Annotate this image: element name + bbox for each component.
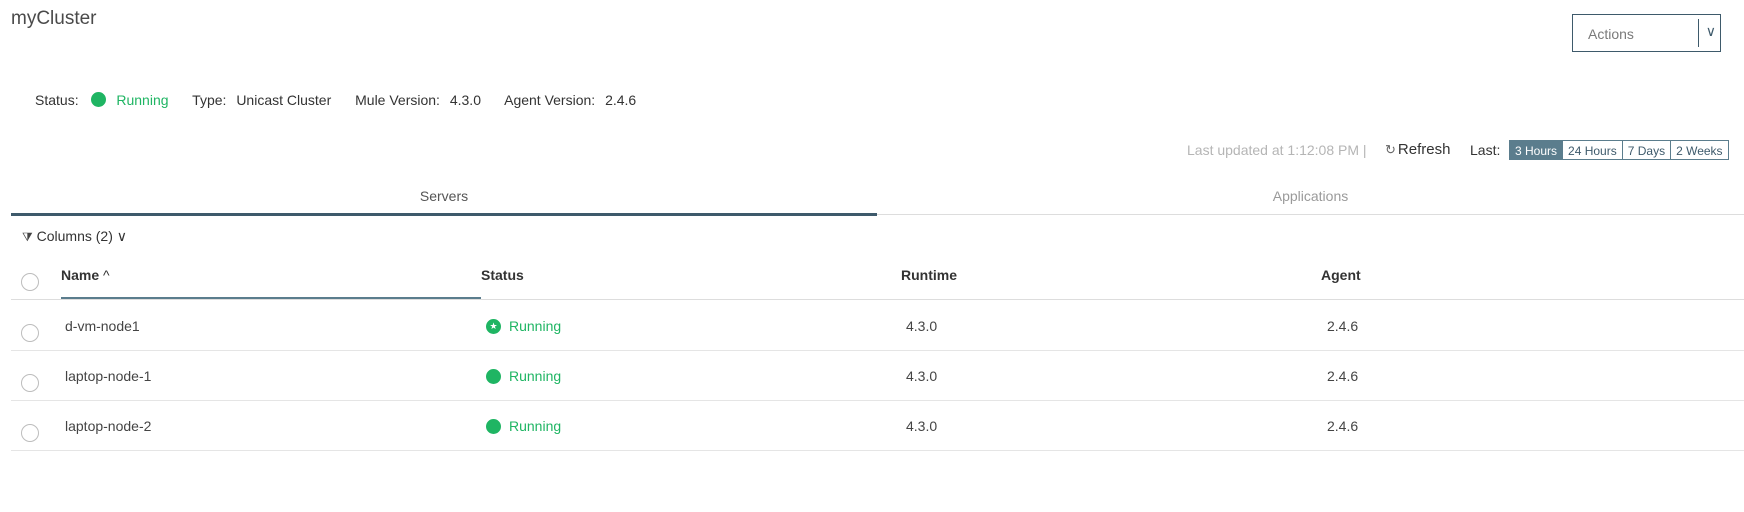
cluster-info-bar: Status: Running Type: Unicast Cluster Mu… — [35, 92, 656, 108]
server-status: Running — [509, 318, 562, 334]
tab-bar: Servers Applications — [11, 184, 1744, 216]
range-2-weeks[interactable]: 2 Weeks — [1671, 140, 1729, 160]
status-dot-icon — [486, 369, 501, 384]
server-agent: 2.4.6 — [1327, 318, 1359, 334]
status-dot-icon — [91, 92, 107, 107]
primary-node-icon: ★ — [486, 319, 501, 334]
header-runtime[interactable]: Runtime — [901, 267, 957, 283]
actions-dropdown[interactable]: Actions ∨ — [1572, 14, 1721, 52]
refresh-label: Refresh — [1397, 141, 1451, 158]
row-checkbox[interactable] — [21, 374, 39, 392]
range-24-hours[interactable]: 24 Hours — [1563, 140, 1623, 160]
active-tab-indicator — [11, 213, 877, 216]
refresh-button[interactable]: ↻ Refresh — [1385, 141, 1450, 158]
row-checkbox[interactable] — [21, 324, 39, 342]
chevron-down-icon: ∨ — [1705, 23, 1716, 39]
filter-icon: ⧩ — [22, 230, 33, 244]
mule-version-label: Mule Version: — [355, 92, 440, 108]
time-range-label: Last: — [1470, 142, 1501, 158]
select-all-checkbox[interactable] — [21, 273, 39, 291]
actions-divider — [1698, 19, 1699, 47]
time-range-selector: 3 Hours 24 Hours 7 Days 2 Weeks — [1509, 140, 1729, 160]
agent-version-label: Agent Version: — [504, 92, 596, 108]
row-divider — [11, 450, 1744, 451]
server-status: Running — [509, 418, 562, 434]
server-agent: 2.4.6 — [1327, 368, 1359, 384]
header-divider — [11, 299, 1744, 300]
server-name[interactable]: d-vm-node1 — [65, 318, 140, 334]
refresh-icon: ↻ — [1385, 142, 1396, 157]
tab-applications[interactable]: Applications — [877, 184, 1744, 216]
row-checkbox[interactable] — [21, 424, 39, 442]
status-dot-icon — [486, 419, 501, 434]
chevron-down-icon: ∨ — [116, 228, 127, 244]
status-value: Running — [116, 92, 169, 108]
header-name-label: Name — [61, 267, 100, 283]
row-divider — [11, 400, 1744, 401]
agent-version-value: 2.4.6 — [605, 92, 637, 108]
tab-servers-label: Servers — [419, 188, 469, 204]
header-name[interactable]: Name ^ — [61, 267, 110, 283]
server-name[interactable]: laptop-node-2 — [65, 418, 151, 434]
columns-label: Columns (2) — [36, 228, 113, 244]
server-runtime: 4.3.0 — [906, 368, 938, 384]
type-value: Unicast Cluster — [236, 92, 332, 108]
type-label: Type: — [192, 92, 227, 108]
range-7-days[interactable]: 7 Days — [1622, 140, 1672, 160]
page-title: myCluster — [11, 8, 97, 29]
server-name[interactable]: laptop-node-1 — [65, 368, 151, 384]
tab-servers[interactable]: Servers — [11, 184, 877, 216]
server-status: Running — [509, 368, 562, 384]
server-runtime: 4.3.0 — [906, 318, 938, 334]
sort-asc-icon: ^ — [103, 267, 110, 283]
actions-label: Actions — [1588, 26, 1634, 42]
status-label: Status: — [35, 92, 79, 108]
columns-toggle[interactable]: ⧩ Columns (2) ∨ — [22, 228, 127, 245]
server-agent: 2.4.6 — [1327, 418, 1359, 434]
mule-version-value: 4.3.0 — [449, 92, 481, 108]
tab-divider — [877, 214, 1744, 215]
last-updated-text: Last updated at 1:12:08 PM | — [1187, 142, 1367, 158]
server-runtime: 4.3.0 — [906, 418, 938, 434]
row-divider — [11, 350, 1744, 351]
tab-applications-label: Applications — [1272, 188, 1349, 204]
header-status[interactable]: Status — [481, 267, 524, 283]
header-agent[interactable]: Agent — [1321, 267, 1361, 283]
range-3-hours[interactable]: 3 Hours — [1509, 140, 1564, 160]
